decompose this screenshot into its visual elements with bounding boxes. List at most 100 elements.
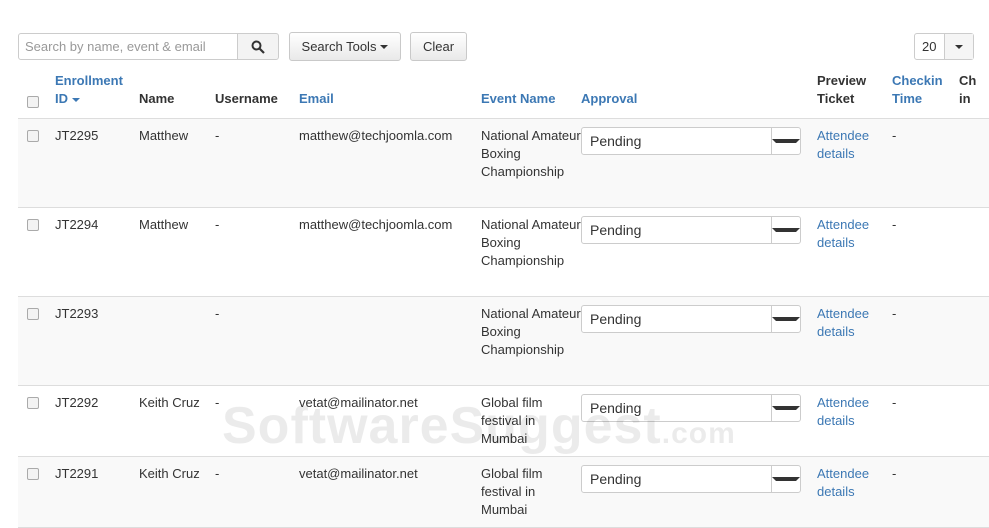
attendee-details-link[interactable]: Attendee details (817, 128, 869, 161)
row-checkbox[interactable] (27, 219, 39, 231)
approval-value: Pending (590, 311, 642, 327)
attendee-name (139, 296, 215, 386)
preview-ticket-cell: Attendee details (817, 207, 892, 297)
username: - (215, 385, 299, 457)
username: - (215, 296, 299, 386)
col-username: Username (215, 71, 299, 119)
checkin-time: - (892, 118, 959, 208)
enrollment-id: JT2294 (55, 207, 139, 297)
caret-down-icon (380, 44, 389, 49)
email: vetat@mailinator.net (299, 385, 481, 457)
approval-select[interactable]: Pending (581, 305, 801, 333)
checked-in-cell (959, 118, 989, 208)
select-all-checkbox[interactable] (27, 96, 39, 108)
row-select-cell (18, 118, 55, 208)
row-checkbox[interactable] (27, 130, 39, 142)
table-row: JT2292 Keith Cruz - vetat@mailinator.net Glo… (18, 385, 989, 457)
chevron-down-icon[interactable] (771, 395, 800, 421)
col-enrollment-id-line1: Enrollment (55, 73, 123, 88)
table-header-row: Enrollment ID Name Username Email Event … (18, 71, 989, 119)
attendee-name: Keith Cruz (139, 456, 215, 528)
clear-button[interactable]: Clear (410, 32, 467, 61)
checked-in-cell (959, 385, 989, 457)
preview-ticket-cell: Attendee details (817, 118, 892, 208)
search-button[interactable] (237, 33, 279, 60)
table-row: JT2295 Matthew - matthew@techjoomla.com Nati… (18, 118, 989, 208)
col-preview-ticket-line2: Ticket (817, 91, 855, 106)
col-checked-in-line2: in (959, 91, 971, 106)
approval-value: Pending (590, 222, 642, 238)
attendee-name: Keith Cruz (139, 385, 215, 457)
col-checkin-time[interactable]: Checkin Time (892, 71, 959, 119)
search-tools-button[interactable]: Search Tools (289, 32, 401, 61)
list-limit-value: 20 (922, 39, 937, 54)
approval-select[interactable]: Pending (581, 394, 801, 422)
event-name: Global film festival in Mumbai (481, 456, 581, 528)
preview-ticket-cell: Attendee details (817, 296, 892, 386)
search-input[interactable] (18, 33, 238, 60)
table-row: JT2294 Matthew - matthew@techjoomla.com Nati… (18, 207, 989, 297)
approval-value: Pending (590, 133, 642, 149)
attendee-details-link[interactable]: Attendee details (817, 217, 869, 250)
email (299, 296, 481, 386)
chevron-down-icon[interactable] (771, 306, 800, 332)
approval-select[interactable]: Pending (581, 465, 801, 493)
attendee-details-link[interactable]: Attendee details (817, 466, 869, 499)
enrollment-id: JT2292 (55, 385, 139, 457)
row-checkbox[interactable] (27, 308, 39, 320)
preview-ticket-cell: Attendee details (817, 456, 892, 528)
attendee-name: Matthew (139, 118, 215, 208)
attendee-details-link[interactable]: Attendee details (817, 306, 869, 339)
toolbar: Search Tools Clear 20 (18, 32, 974, 61)
col-approval[interactable]: Approval (581, 71, 817, 119)
preview-ticket-cell: Attendee details (817, 385, 892, 457)
col-enrollment-id[interactable]: Enrollment ID (55, 71, 139, 119)
search-tools-label: Search Tools (301, 39, 377, 54)
username: - (215, 207, 299, 297)
chevron-down-icon[interactable] (771, 466, 800, 492)
checkin-time: - (892, 456, 959, 528)
row-select-cell (18, 296, 55, 386)
col-preview-ticket-line1: Preview (817, 73, 867, 88)
email: vetat@mailinator.net (299, 456, 481, 528)
col-checked-in: Ch in (959, 71, 989, 119)
enrollment-id: JT2291 (55, 456, 139, 528)
sort-caret-icon (72, 97, 80, 102)
row-checkbox[interactable] (27, 397, 39, 409)
enrollment-id: JT2293 (55, 296, 139, 386)
approval-cell: Pending (581, 118, 817, 208)
row-select-cell (18, 456, 55, 528)
event-name: National Amateur Boxing Championship (481, 118, 581, 208)
table-row: JT2291 Keith Cruz - vetat@mailinator.net Glo… (18, 456, 989, 528)
clear-label: Clear (422, 39, 455, 54)
attendee-details-link[interactable]: Attendee details (817, 395, 869, 428)
col-name: Name (139, 71, 215, 119)
enrollments-table: Enrollment ID Name Username Email Event … (18, 71, 989, 528)
table-row: JT2293- National Amateur Boxing Champions… (18, 296, 989, 386)
approval-select[interactable]: Pending (581, 127, 801, 155)
checkin-time: - (892, 296, 959, 386)
event-name: Global film festival in Mumbai (481, 385, 581, 457)
chevron-down-icon[interactable] (771, 217, 800, 243)
event-name: National Amateur Boxing Championship (481, 207, 581, 297)
approval-select[interactable]: Pending (581, 216, 801, 244)
col-email[interactable]: Email (299, 71, 481, 119)
col-checked-in-line1: Ch (959, 73, 977, 88)
approval-cell: Pending (581, 296, 817, 386)
approval-value: Pending (590, 471, 642, 487)
event-name: National Amateur Boxing Championship (481, 296, 581, 386)
email: matthew@techjoomla.com (299, 118, 481, 208)
col-event-name[interactable]: Event Name (481, 71, 581, 119)
chevron-down-icon[interactable] (771, 128, 800, 154)
col-checkin-time-line1: Checkin (892, 73, 943, 88)
col-enrollment-id-line2: ID (55, 91, 68, 106)
select-all-cell (18, 71, 55, 119)
checked-in-cell (959, 207, 989, 297)
approval-value: Pending (590, 400, 642, 416)
checked-in-cell (959, 456, 989, 528)
chevron-down-icon[interactable] (943, 34, 973, 59)
checkin-time: - (892, 385, 959, 457)
checkin-time: - (892, 207, 959, 297)
list-limit-select[interactable]: 20 (914, 33, 974, 60)
row-checkbox[interactable] (27, 468, 39, 480)
